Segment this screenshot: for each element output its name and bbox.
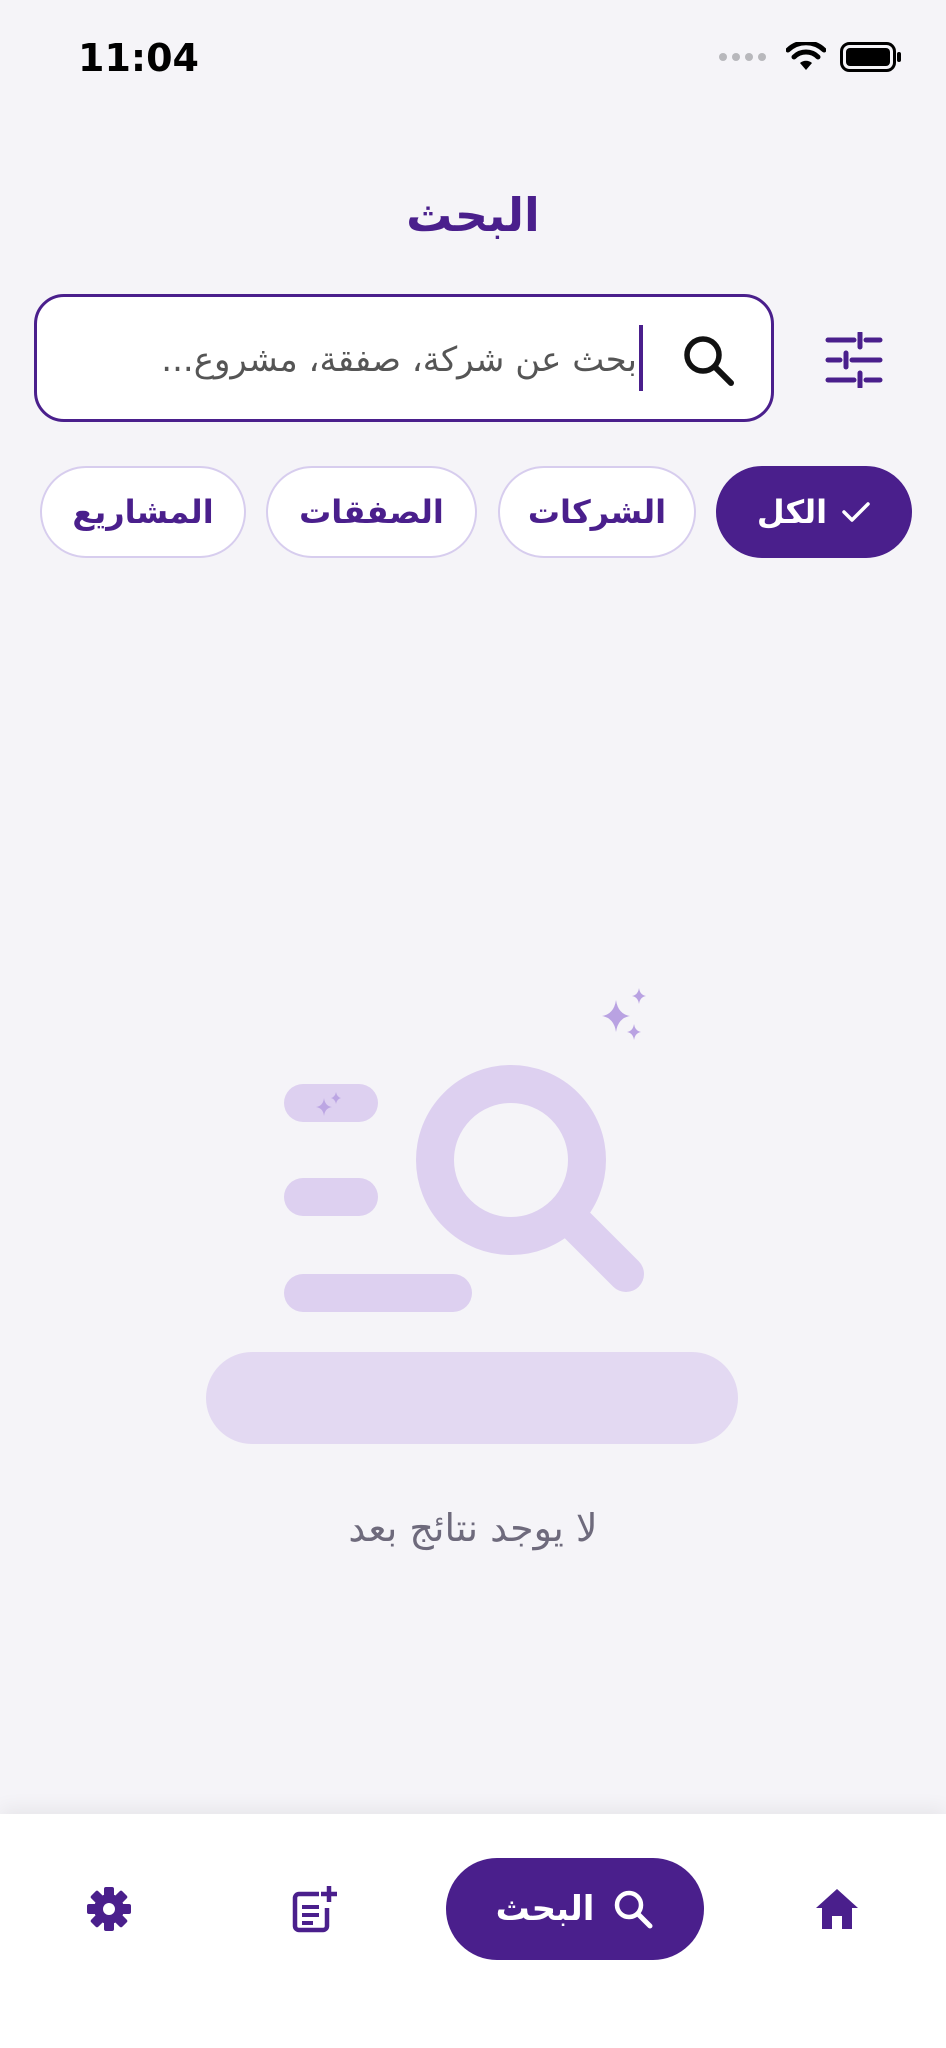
chip-all[interactable]: الكل <box>716 466 912 558</box>
text-cursor <box>639 325 643 391</box>
search-input[interactable] <box>75 327 639 393</box>
nav-search-label: البحث <box>495 1889 595 1929</box>
filter-chips: الكل الشركات الصفقات المشاريع <box>0 466 946 560</box>
status-bar: 11:04 <box>0 0 946 120</box>
gear-icon <box>87 1887 131 1931</box>
chip-companies[interactable]: الشركات <box>498 466 696 558</box>
nav-home[interactable] <box>786 1858 888 1960</box>
search-icon[interactable] <box>679 331 737 389</box>
home-icon <box>816 1889 858 1929</box>
nav-search[interactable]: البحث <box>446 1858 704 1960</box>
nav-settings[interactable] <box>58 1858 160 1960</box>
sparkle-icon <box>602 988 646 1040</box>
signal-dots-icon <box>719 53 766 61</box>
filter-button[interactable] <box>820 326 888 394</box>
filter-sliders-icon <box>825 332 883 388</box>
chip-label: الكل <box>756 493 828 531</box>
add-note-icon <box>292 1886 337 1933</box>
status-icons <box>719 42 902 72</box>
chip-deals[interactable]: الصفقات <box>266 466 477 558</box>
battery-icon <box>840 42 901 72</box>
empty-search-illustration <box>206 988 738 1444</box>
search-icon <box>615 1890 653 1929</box>
status-time: 11:04 <box>78 36 199 80</box>
search-box[interactable] <box>34 294 774 422</box>
chip-label: المشاريع <box>72 493 214 531</box>
check-icon <box>842 502 870 522</box>
chip-label: الصفقات <box>299 493 444 531</box>
wifi-icon <box>786 42 826 70</box>
page-title: البحث <box>406 188 540 242</box>
empty-state-message: لا يوجد نتائج بعد <box>348 1506 598 1550</box>
nav-add-note[interactable] <box>262 1858 364 1960</box>
chip-label: الشركات <box>527 493 667 531</box>
bottom-nav: البحث <box>0 1814 946 2048</box>
chip-projects[interactable]: المشاريع <box>40 466 246 558</box>
